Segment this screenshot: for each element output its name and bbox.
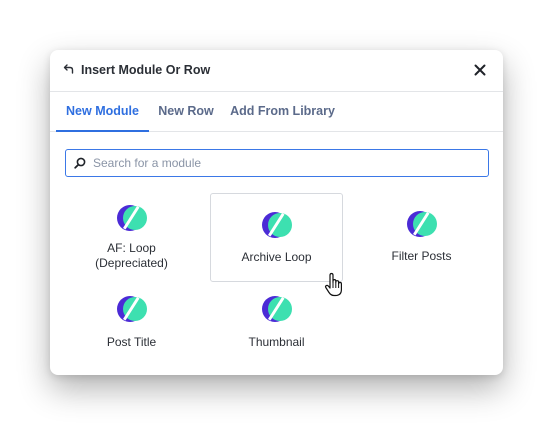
module-thumbnail[interactable]: Thumbnail bbox=[210, 288, 343, 358]
insert-module-dialog: Insert Module Or Row New Module New Row … bbox=[50, 50, 503, 375]
tab-new-row[interactable]: New Row bbox=[153, 92, 219, 132]
module-logo-icon bbox=[261, 212, 292, 238]
search-input[interactable] bbox=[93, 154, 483, 172]
module-logo-icon bbox=[406, 211, 437, 237]
module-label-line2: (Depreciated) bbox=[95, 256, 168, 270]
module-label: Thumbnail bbox=[248, 335, 305, 349]
module-label: Filter Posts bbox=[391, 249, 452, 263]
hand-cursor-icon bbox=[324, 272, 342, 297]
module-label: Archive Loop bbox=[241, 250, 312, 264]
module-archive-loop[interactable]: Archive Loop bbox=[210, 193, 343, 282]
search-icon bbox=[74, 157, 86, 169]
module-logo-icon bbox=[261, 296, 292, 322]
module-filter-posts[interactable]: Filter Posts bbox=[355, 193, 488, 283]
close-icon bbox=[474, 64, 486, 76]
search-field[interactable] bbox=[65, 149, 489, 177]
tab-bar: New Module New Row Add From Library bbox=[50, 92, 503, 132]
close-button[interactable] bbox=[470, 60, 490, 80]
tab-add-from-library[interactable]: Add From Library bbox=[226, 92, 339, 132]
module-post-title[interactable]: Post Title bbox=[65, 288, 198, 358]
dialog-header: Insert Module Or Row bbox=[50, 50, 503, 92]
tab-new-module[interactable]: New Module bbox=[56, 92, 149, 132]
dialog-title: Insert Module Or Row bbox=[81, 63, 211, 77]
back-arrow-icon[interactable] bbox=[63, 63, 75, 75]
module-logo-icon bbox=[116, 296, 147, 322]
module-label-line1: AF: Loop bbox=[107, 241, 156, 255]
module-af-loop[interactable]: AF: Loop (Depreciated) bbox=[65, 193, 198, 283]
module-label: Post Title bbox=[106, 335, 157, 349]
module-logo-icon bbox=[116, 205, 147, 231]
